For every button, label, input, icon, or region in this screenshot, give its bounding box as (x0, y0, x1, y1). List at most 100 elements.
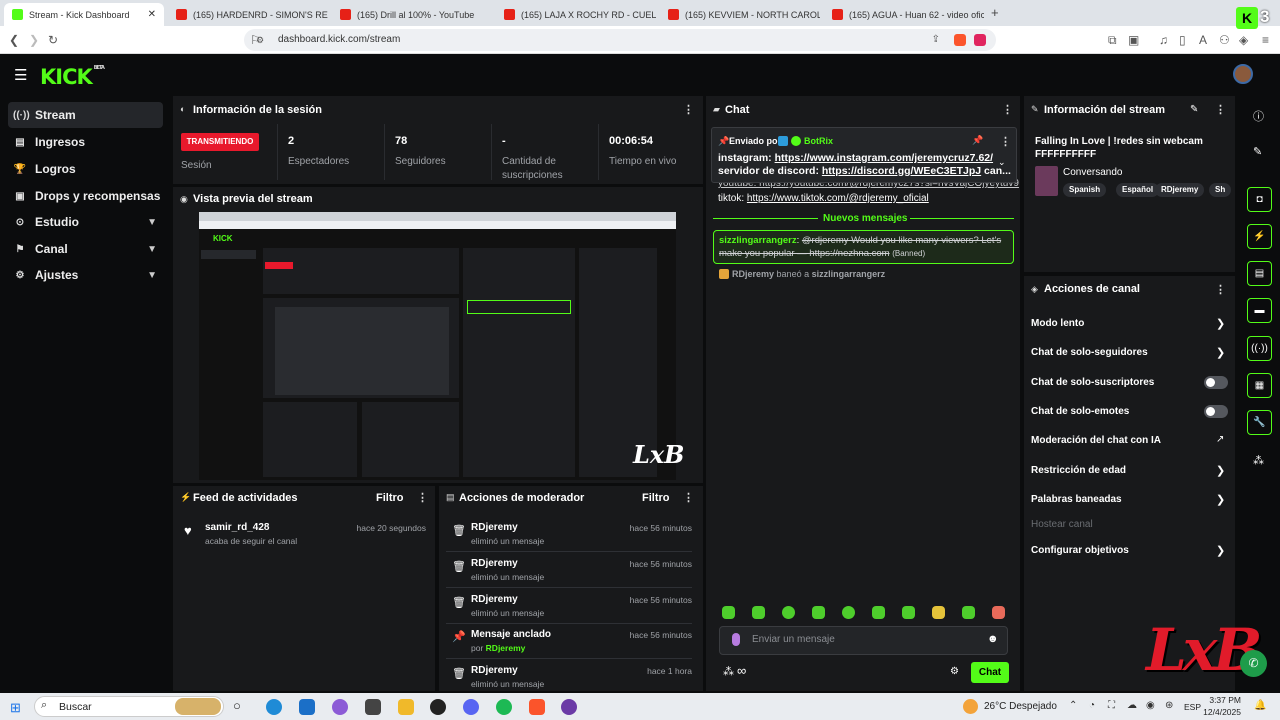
emote-icon[interactable] (962, 606, 975, 619)
goals-item[interactable]: Configurar objetivos (1031, 545, 1129, 556)
tab-youtube[interactable]: (165) KEVVIEM - NORTH CAROLINA (660, 3, 820, 26)
store-icon[interactable] (365, 699, 381, 715)
emote-icon[interactable] (992, 606, 1005, 619)
activity-user[interactable]: samir_rd_428 (205, 522, 270, 533)
more-icon[interactable]: ⋮ (683, 491, 694, 504)
emote-icon[interactable] (812, 606, 825, 619)
clock-time[interactable]: 3:37 PM (1207, 695, 1241, 705)
sidebar-item-estudio[interactable]: ⊙ Estudio ▼ (8, 209, 163, 235)
brave-rewards-icon[interactable] (974, 34, 986, 46)
wallet-icon[interactable]: ▣ (1128, 32, 1139, 48)
ai-moderation-item[interactable]: Moderación del chat con IA (1031, 435, 1161, 446)
spotify-icon[interactable] (496, 699, 512, 715)
edge-icon[interactable] (266, 699, 282, 715)
back-icon[interactable]: ❮ (9, 32, 19, 48)
url-field[interactable]: ⚙ dashboard.kick.com/stream ⇪ (244, 29, 996, 51)
tab-youtube[interactable]: (165) AGUA - Huan 62 - video oficial (824, 3, 984, 26)
tray-icon[interactable]: ⊛ (1165, 700, 1173, 711)
activity-filter-button[interactable]: Filtro (376, 492, 404, 504)
sidebar-item-ingresos[interactable]: ▤ Ingresos (8, 129, 163, 155)
tab-youtube[interactable]: (165) LAJA X ROCHY RD - CUELNER (496, 3, 656, 26)
more-icon[interactable]: ⋮ (1215, 103, 1226, 116)
sidebar-item-stream[interactable]: ((·)) Stream (8, 102, 163, 128)
avatar[interactable] (1233, 64, 1253, 84)
music-icon[interactable]: ♫ (1159, 32, 1168, 48)
emote-icon[interactable] (782, 606, 795, 619)
chevron-down-icon[interactable]: ⌄ (998, 157, 1006, 168)
notifications-icon[interactable]: 🔔 (1254, 700, 1266, 711)
forward-icon[interactable]: ❯ (29, 32, 39, 48)
banned-words-item[interactable]: Palabras baneadas (1031, 494, 1122, 505)
share-icon[interactable]: ⇪ (932, 29, 940, 51)
translate-icon[interactable]: A (1199, 32, 1207, 48)
mod-filter-button[interactable]: Filtro (642, 492, 670, 504)
weather-text[interactable]: 26°C Despejado (984, 701, 1057, 712)
by-user[interactable]: RDjeremy (486, 643, 526, 653)
chevron-right-icon[interactable]: ❯ (1216, 544, 1225, 557)
slow-mode-item[interactable]: Modo lento (1031, 318, 1084, 329)
chat-settings-icon[interactable]: ⚙ (950, 666, 959, 677)
clock-date[interactable]: 12/4/2025 (1198, 707, 1241, 717)
hamburger-icon[interactable]: ☰ (14, 66, 27, 84)
ban-target[interactable]: sizzlingarrangerz (812, 269, 886, 279)
emote-icon[interactable] (872, 606, 885, 619)
emote-icon[interactable] (902, 606, 915, 619)
unpin-icon[interactable]: 📌 (972, 135, 983, 146)
tab-youtube[interactable]: (165) HARDENRD - SIMON'S RETURN (168, 3, 328, 26)
tray-icon[interactable]: ⛶ (1108, 700, 1115, 711)
pinned-by-user[interactable]: BotRix (804, 135, 833, 148)
windows-start-icon[interactable]: ⊞ (10, 700, 21, 716)
outlook-icon[interactable] (299, 699, 315, 715)
sidebar-item-ajustes[interactable]: ⚙ Ajustes ▼ (8, 262, 163, 288)
chat-bubble-icon[interactable]: ▬ (1247, 298, 1272, 323)
tray-icon[interactable]: ◔ (1089, 700, 1095, 711)
info-icon[interactable]: ⓘ (1253, 108, 1264, 124)
file-explorer-icon[interactable] (398, 699, 414, 715)
document-icon[interactable]: ▤ (1247, 261, 1272, 286)
pencil-icon[interactable]: ✎ (1253, 145, 1262, 158)
more-icon[interactable]: ⋮ (1000, 135, 1011, 148)
bookmark-icon[interactable]: ⚐ (250, 32, 261, 48)
kick-logo[interactable]: KICK BETA (40, 65, 105, 89)
age-restriction-item[interactable]: Restricción de edad (1031, 465, 1126, 476)
sidebar-item-drops[interactable]: ▣ Drops y recompensas (8, 183, 163, 209)
instagram-link[interactable]: https://www.instagram.com/jeremycruz7.62… (775, 152, 993, 164)
chevron-right-icon[interactable]: ❯ (1216, 317, 1225, 330)
spam-user[interactable]: sizzlingarrangerz (719, 235, 797, 246)
brave-icon[interactable] (529, 699, 545, 715)
emote-icon[interactable] (932, 606, 945, 619)
tray-icon[interactable]: ◉ (1146, 700, 1155, 711)
chevron-right-icon[interactable]: ❯ (1216, 493, 1225, 506)
more-icon[interactable]: ⋮ (417, 491, 428, 504)
points-icon[interactable]: ⁂ (723, 665, 734, 678)
camera-icon[interactable]: ◘ (1247, 187, 1272, 212)
tab-kick-dashboard[interactable]: Stream - Kick Dashboard ✕ (4, 3, 164, 26)
subscribers-only-toggle[interactable] (1204, 376, 1228, 389)
emote-icon[interactable] (842, 606, 855, 619)
chevron-right-icon[interactable]: ❯ (1216, 464, 1225, 477)
tray-chevron-icon[interactable]: ⌃ (1069, 700, 1077, 711)
followers-only-item[interactable]: Chat de solo-seguidores (1031, 347, 1148, 358)
more-icon[interactable]: ⋮ (683, 103, 694, 116)
emotes-only-toggle[interactable] (1204, 405, 1228, 418)
more-icon[interactable]: ⋮ (1002, 103, 1013, 116)
close-icon[interactable]: ✕ (148, 9, 156, 20)
emoji-icon[interactable]: ☻ (987, 633, 999, 645)
bolt-icon[interactable]: ⚡ (1247, 224, 1272, 249)
mic-icon[interactable] (732, 633, 740, 646)
category-name[interactable]: Conversando (1063, 167, 1122, 178)
new-tab-button[interactable]: + (991, 5, 999, 20)
broadcast-icon[interactable]: ((·)) (1247, 336, 1272, 361)
wrench-icon[interactable]: 🔧 (1247, 410, 1272, 435)
sidebar-item-logros[interactable]: 🏆 Logros (8, 156, 163, 182)
stream-preview[interactable]: KICK LxB (199, 212, 684, 480)
app-icon[interactable] (561, 699, 577, 715)
obs-icon[interactable] (430, 699, 446, 715)
discord-link[interactable]: https://discord.gg/WEeC3ETJpJ (822, 165, 981, 177)
layout-icon[interactable]: ▦ (1247, 373, 1272, 398)
discord-icon[interactable] (463, 699, 479, 715)
sidebar-icon[interactable]: ▯ (1179, 32, 1186, 48)
shield-icon[interactable]: ◈ (1239, 32, 1248, 48)
ban-mod[interactable]: RDjeremy (732, 269, 774, 279)
send-chat-button[interactable]: Chat (971, 662, 1009, 683)
